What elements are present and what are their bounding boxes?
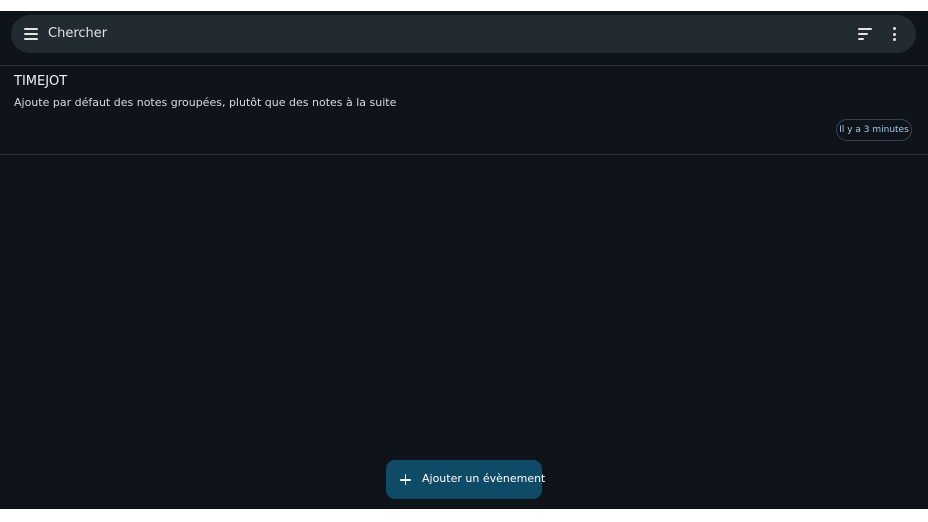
menu-icon[interactable] bbox=[24, 27, 38, 41]
app-screen: Chercher TIMEJOT Ajoute par défaut des n… bbox=[0, 11, 928, 509]
more-vert-icon[interactable] bbox=[893, 26, 897, 42]
plus-icon bbox=[400, 474, 411, 485]
add-event-button[interactable]: Ajouter un évènement bbox=[386, 460, 546, 499]
add-event-label: Ajouter un évènement bbox=[422, 472, 546, 485]
search-bar[interactable]: Chercher bbox=[11, 15, 916, 53]
divider bbox=[0, 154, 928, 155]
note-card[interactable]: TIMEJOT Ajoute par défaut des notes grou… bbox=[0, 66, 928, 154]
note-body: Ajoute par défaut des notes groupées, pl… bbox=[14, 96, 397, 109]
sort-icon[interactable] bbox=[858, 28, 872, 40]
note-title: TIMEJOT bbox=[14, 74, 68, 89]
timestamp-chip: Il y a 3 minutes bbox=[836, 119, 912, 141]
search-input[interactable]: Chercher bbox=[48, 26, 107, 42]
